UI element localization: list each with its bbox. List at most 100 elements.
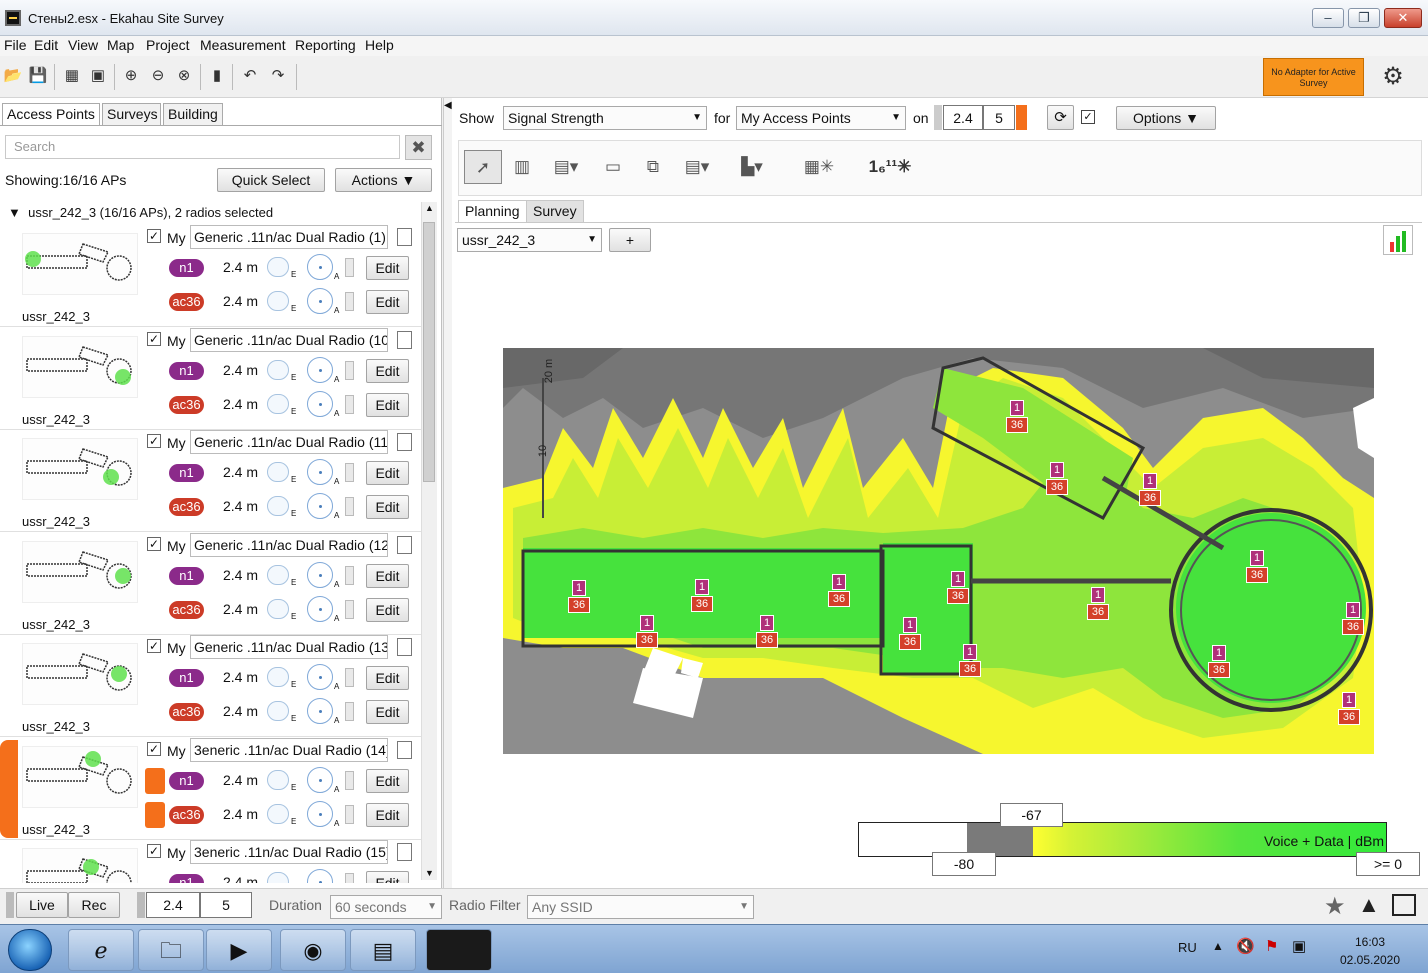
map-ap-marker[interactable]: 1 36 — [636, 615, 662, 649]
legend-max-handle[interactable]: >= 0 — [1356, 852, 1420, 876]
radio-channel-badge[interactable]: n1 — [169, 464, 204, 482]
antenna-pattern-icon[interactable] — [267, 359, 289, 380]
tx-power-slider[interactable] — [345, 804, 354, 824]
action-center-icon[interactable]: ▣ — [1292, 937, 1306, 955]
actions-button[interactable]: Actions ▼ — [335, 168, 432, 192]
antenna-direction-dial[interactable] — [307, 356, 333, 383]
map-ap-marker[interactable]: 1 36 — [1139, 473, 1165, 507]
search-input[interactable]: Search — [5, 135, 400, 159]
scrollbar-thumb[interactable] — [423, 222, 435, 482]
add-floor-button[interactable]: + — [609, 228, 651, 252]
antenna-direction-dial[interactable] — [307, 254, 333, 280]
ap-name-field[interactable]: Generic .11n/ac Dual Radio (12 — [190, 532, 388, 557]
menu-help[interactable]: Help — [365, 36, 394, 56]
no-adapter-button[interactable]: No Adapter for Active Survey — [1263, 58, 1364, 96]
ap-name-field[interactable]: Generic .11n/ac Dual Radio (11 — [190, 430, 388, 454]
radio-edit-button[interactable]: Edit — [366, 358, 409, 383]
menu-measurement[interactable]: Measurement — [200, 36, 286, 56]
quick-select-button[interactable]: Quick Select — [217, 168, 325, 192]
radio-channel-badge[interactable]: ac36 — [169, 293, 204, 311]
menu-project[interactable]: Project — [146, 36, 190, 56]
antenna-direction-dial[interactable] — [307, 869, 333, 883]
tx-power-slider[interactable] — [345, 770, 354, 790]
collapse-left-arrow-icon[interactable]: ◀ — [444, 100, 452, 111]
radio-channel-badge[interactable]: n1 — [169, 259, 204, 277]
scroll-down-arrow-icon[interactable]: ▼ — [425, 868, 434, 878]
radio-edit-button[interactable]: Edit — [366, 597, 409, 622]
zoom-out-icon[interactable]: ⊖ — [148, 66, 168, 86]
antenna-direction-dial[interactable] — [307, 664, 333, 690]
ap-notes-icon[interactable] — [397, 330, 412, 349]
tx-power-slider[interactable] — [345, 258, 354, 277]
map-ap-marker[interactable]: 1 36 — [1342, 602, 1368, 636]
tx-power-slider[interactable] — [345, 668, 354, 687]
star-icon[interactable]: ★ — [1324, 892, 1346, 921]
save-icon[interactable]: 💾 — [28, 66, 48, 86]
radio-channel-badge[interactable]: n1 — [169, 874, 204, 883]
antenna-pattern-icon[interactable] — [267, 598, 289, 619]
radio-channel-badge[interactable]: ac36 — [169, 498, 204, 516]
band-24-button[interactable]: 2.4 — [943, 105, 983, 130]
ap-name-field[interactable]: 3eneric .11n/ac Dual Radio (14) — [190, 737, 388, 762]
tx-power-slider[interactable] — [345, 873, 354, 883]
network-error-icon[interactable]: ⚑ — [1265, 937, 1278, 955]
tx-power-slider[interactable] — [345, 360, 354, 380]
floor-select[interactable]: ussr_242_3 ▼ — [457, 228, 602, 252]
ap-visible-checkbox[interactable]: ✓ — [147, 434, 161, 448]
firefox-icon[interactable]: ◉ — [280, 929, 346, 971]
floor-area-icon[interactable]: ▙▾ — [730, 150, 774, 184]
antenna-pattern-icon[interactable] — [267, 393, 289, 414]
tx-power-slider[interactable] — [345, 463, 354, 482]
select-pointer-icon[interactable]: ➚ — [464, 150, 502, 184]
show-select[interactable]: Signal Strength ▼ — [503, 106, 707, 130]
redo-icon[interactable]: ↷ — [268, 66, 288, 86]
menu-file[interactable]: File — [4, 36, 27, 56]
popout-icon[interactable] — [1392, 894, 1416, 916]
ap-row[interactable]: ussr_242_3 ✓ My Generic .11n/ac Dual Radio … — [0, 225, 421, 327]
ap-visible-checkbox[interactable]: ✓ — [147, 536, 161, 551]
map-ap-marker[interactable]: 1 36 — [691, 579, 717, 613]
document-app-icon[interactable]: ▤ — [350, 929, 416, 971]
radio-edit-button[interactable]: Edit — [366, 256, 409, 280]
radio-edit-button[interactable]: Edit — [366, 768, 409, 793]
start-button[interactable] — [8, 929, 52, 971]
map-ap-marker[interactable]: 1 36 — [1338, 692, 1364, 726]
ap-name-field[interactable]: Generic .11n/ac Dual Radio (10 — [190, 327, 388, 352]
map-ap-marker[interactable]: 1 36 — [568, 580, 594, 614]
maximize-button[interactable]: ❐ — [1348, 8, 1380, 28]
place-ap-icon[interactable]: ⧉ — [636, 150, 670, 184]
radio-edit-button[interactable]: Edit — [366, 871, 409, 883]
rec-button[interactable]: Rec — [68, 892, 120, 918]
menu-view[interactable]: View — [68, 36, 98, 56]
antenna-direction-dial[interactable] — [307, 800, 333, 827]
tx-power-slider[interactable] — [345, 497, 354, 516]
options-button[interactable]: Options ▼ — [1116, 106, 1216, 130]
antenna-direction-dial[interactable] — [307, 493, 333, 519]
tab-building[interactable]: Building — [163, 103, 223, 125]
ap-notes-icon[interactable] — [397, 433, 412, 451]
radio-edit-button[interactable]: Edit — [366, 290, 409, 314]
media-player-icon[interactable]: ▶ — [206, 929, 272, 971]
minimize-button[interactable]: – — [1312, 8, 1344, 28]
ap-row[interactable]: ✓ My 3eneric .11n/ac Dual Radio (15) n1 2.4 … — [0, 840, 421, 883]
radio-filter-select[interactable]: Any SSID ▼ — [527, 895, 754, 919]
close-button[interactable]: ✕ — [1384, 8, 1422, 28]
ap-row[interactable]: ussr_242_3 ✓ My Generic .11n/ac Dual Radio … — [0, 635, 421, 737]
gear-icon[interactable]: ⚙ — [1380, 64, 1406, 90]
map-ap-marker[interactable]: 1 36 — [1246, 550, 1272, 584]
print-icon[interactable]: ▦ — [62, 66, 82, 86]
radio-channel-badge[interactable]: ac36 — [169, 600, 204, 619]
collapse-triangle-icon[interactable]: ▼ — [8, 205, 21, 220]
menu-edit[interactable]: Edit — [34, 36, 58, 56]
document-icon[interactable]: ▤▾ — [676, 150, 718, 184]
ap-notes-icon[interactable] — [397, 535, 412, 554]
radio-channel-badge[interactable]: n1 — [169, 771, 204, 790]
tab-planning[interactable]: Planning — [458, 200, 527, 222]
wall-draw-icon[interactable]: ▥ — [506, 150, 538, 184]
tx-power-slider[interactable] — [345, 292, 354, 311]
language-indicator[interactable]: RU — [1178, 940, 1197, 955]
map-ap-marker[interactable]: 1 36 — [1087, 587, 1113, 621]
ap-notes-icon[interactable] — [397, 843, 412, 861]
zoom-fit-icon[interactable]: ⊗ — [174, 66, 194, 86]
zoom-in-icon[interactable]: ⊕ — [121, 66, 141, 86]
